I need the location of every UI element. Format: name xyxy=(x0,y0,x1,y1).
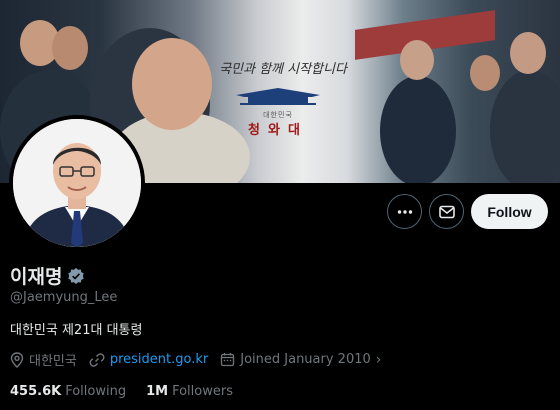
message-button[interactable] xyxy=(429,194,464,229)
profile-avatar[interactable] xyxy=(9,115,145,251)
profile-meta: 대한민국 president.go.kr Joined January 2010… xyxy=(10,350,393,369)
banner-photo-person xyxy=(52,26,88,70)
profile-name-row: 이재명 xyxy=(10,262,85,289)
profile-bio: 대한민국 제21대 대통령 xyxy=(10,323,143,338)
follow-stats: 455.6K Following 1M Followers xyxy=(10,384,253,399)
website-link[interactable]: president.go.kr xyxy=(110,352,208,367)
banner-photo-person xyxy=(490,70,560,183)
joined-text: Joined January 2010 xyxy=(240,352,371,367)
avatar-portrait xyxy=(13,119,141,247)
banner-photo-person xyxy=(380,76,456,183)
following-link[interactable]: 455.6K Following xyxy=(10,384,126,399)
more-horizontal-icon xyxy=(397,209,412,214)
mail-icon xyxy=(438,205,455,218)
following-count: 455.6K xyxy=(10,384,62,399)
blue-house-logo xyxy=(236,88,320,105)
followers-count: 1M xyxy=(146,384,169,399)
banner-photo-person xyxy=(470,55,500,91)
follow-button[interactable]: Follow xyxy=(471,194,548,229)
followers-label: Followers xyxy=(172,384,233,399)
location-text: 대한민국 xyxy=(29,354,77,369)
banner-building-name: 청와대 xyxy=(248,123,308,138)
following-label: Following xyxy=(65,384,127,399)
display-name: 이재명 xyxy=(10,266,63,288)
link-icon xyxy=(89,352,105,367)
profile-handle: @Jaemyung_Lee xyxy=(10,290,118,305)
more-options-button[interactable] xyxy=(387,194,422,229)
location-pin-icon xyxy=(10,351,24,368)
profile-location: 대한민국 xyxy=(10,350,77,369)
banner-slogan: 국민과 함께 시작합니다 xyxy=(219,62,347,77)
banner-photo-person xyxy=(132,38,212,130)
verified-badge-icon[interactable] xyxy=(67,267,85,285)
chevron-right-icon: › xyxy=(375,351,382,368)
profile-website[interactable]: president.go.kr xyxy=(89,352,208,368)
calendar-icon xyxy=(221,353,235,367)
followers-link[interactable]: 1M Followers xyxy=(146,384,233,399)
profile-joined[interactable]: Joined January 2010 › xyxy=(220,352,381,368)
banner-photo-person xyxy=(400,40,434,80)
banner-photo-person xyxy=(510,32,546,74)
